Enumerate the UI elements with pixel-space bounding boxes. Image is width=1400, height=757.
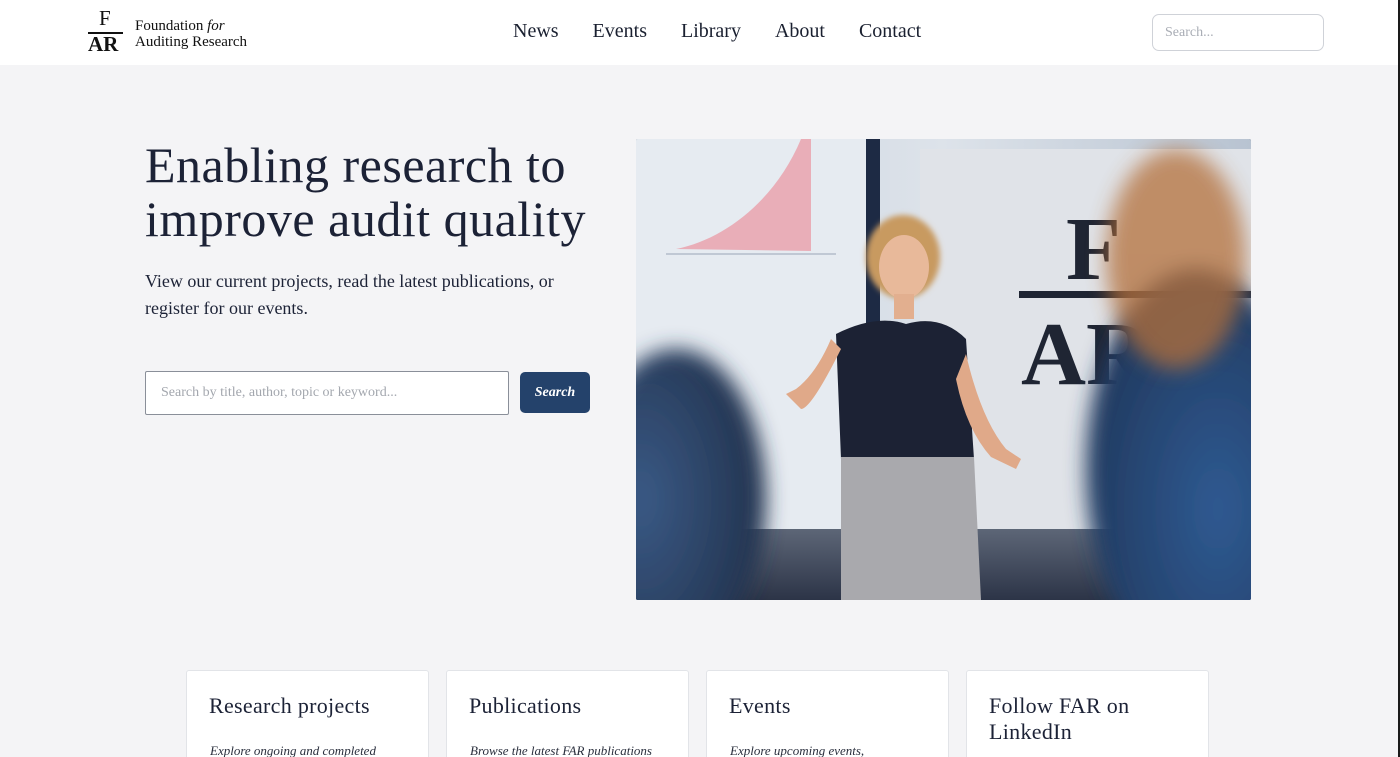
card-follow-linkedin[interactable]: Follow FAR on LinkedIn	[966, 670, 1209, 757]
logo-line1-prefix: Foundation	[135, 18, 208, 34]
nav-about[interactable]: About	[775, 19, 825, 43]
card-title: Follow FAR on LinkedIn	[989, 693, 1130, 744]
card-title: Research projects	[209, 693, 370, 718]
nav-events[interactable]: Events	[593, 19, 647, 43]
site-header: F AR Foundation for Auditing Research Ne…	[0, 0, 1398, 65]
card-research-projects[interactable]: Research projects Explore ongoing and co…	[186, 670, 429, 757]
hero-subtitle: View our current projects, read the late…	[145, 271, 554, 318]
nav-news[interactable]: News	[513, 19, 559, 43]
logo-mark-ar: AR	[88, 32, 119, 56]
logo-mark-f: F	[99, 6, 111, 30]
logo-mark: F AR	[88, 6, 124, 56]
card-publications[interactable]: Publications Browse the latest FAR publi…	[446, 670, 689, 757]
card-events[interactable]: Events Explore upcoming events,	[706, 670, 949, 757]
card-description: Browse the latest FAR publications	[470, 743, 652, 757]
logo-line1-italic: for	[207, 18, 225, 34]
hero-presenter-image: F AR	[636, 139, 1251, 600]
card-description: Explore ongoing and completed	[210, 743, 376, 757]
presenter-illustration: F AR	[636, 139, 1251, 600]
header-search-input[interactable]	[1152, 14, 1324, 51]
card-title: Publications	[469, 693, 582, 718]
hero-search-input[interactable]	[145, 371, 509, 415]
logo-wordmark: Foundation for Auditing Research	[135, 18, 247, 50]
hero-search-button[interactable]: Search	[520, 372, 590, 413]
nav-library[interactable]: Library	[681, 19, 741, 43]
logo-line2: Auditing Research	[135, 34, 248, 50]
card-description: Explore upcoming events,	[730, 743, 865, 757]
card-title: Events	[729, 693, 791, 718]
nav-contact[interactable]: Contact	[859, 19, 921, 43]
main-nav: News Events Library About Contact	[513, 19, 955, 43]
hero-title: Enabling research to improve audit quali…	[145, 137, 586, 247]
far-logo[interactable]: F AR Foundation for Auditing Research	[88, 6, 258, 56]
